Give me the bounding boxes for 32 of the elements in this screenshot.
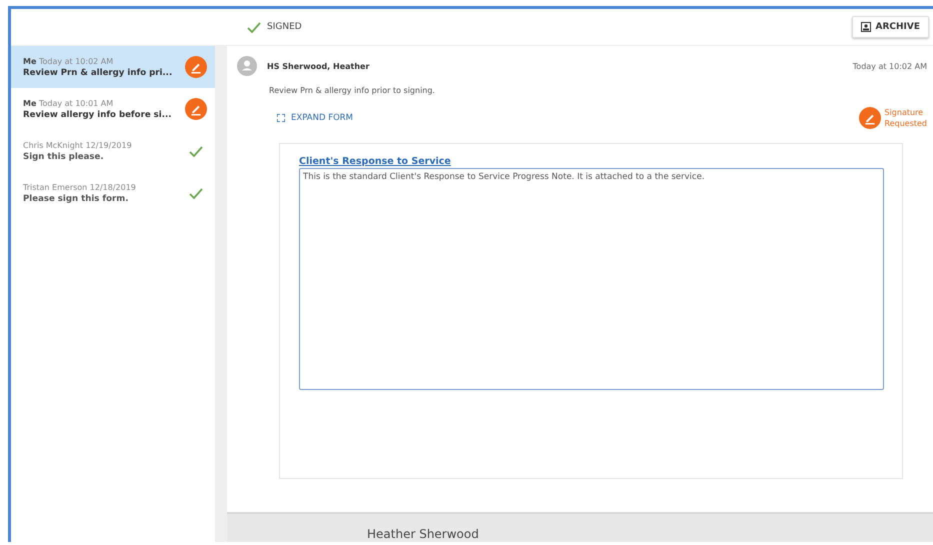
- archive-icon: [860, 22, 870, 32]
- message-meta: Me Today at 10:01 AM: [23, 98, 114, 108]
- message-subject: Review Prn & allergy info pri...: [23, 68, 172, 78]
- archive-button[interactable]: ARCHIVE: [852, 16, 929, 38]
- message-meta: Me Today at 10:02 AM: [23, 56, 114, 66]
- expand-form-link[interactable]: EXPAND FORM: [277, 113, 354, 124]
- check-icon: [247, 22, 261, 32]
- message-item[interactable]: Tristan Emerson 12/18/2019 Please sign this form.: [11, 172, 215, 214]
- signature-icon: [858, 107, 880, 130]
- signature-icon: [185, 98, 207, 120]
- footer-name: Heather Sherwood: [367, 526, 479, 542]
- message-item[interactable]: Chris McKnight 12/19/2019 Sign this please.: [11, 130, 215, 172]
- check-icon: [189, 146, 203, 156]
- form-title: Client's Response to Service: [299, 156, 452, 168]
- message-subject: Review allergy info before si...: [23, 110, 172, 120]
- message-item[interactable]: Me Today at 10:01 AM Review allergy info before si...: [11, 88, 215, 130]
- message-meta: Tristan Emerson 12/18/2019: [23, 182, 137, 192]
- author-name: HS Sherwood, Heather: [267, 62, 370, 70]
- check-icon: [189, 188, 203, 198]
- message-item[interactable]: Me Today at 10:02 AM Review Prn & allergy info pri...: [11, 46, 215, 88]
- expand-icon: [277, 114, 285, 122]
- message-subject: Sign this please.: [23, 152, 104, 162]
- response-field[interactable]: This is the standard Client's Response to Service Progress Note. It is attached to a the service.: [299, 168, 884, 390]
- scrollbar[interactable]: [215, 46, 227, 542]
- signature-status: Signature Requested: [884, 107, 927, 130]
- message-body: Review Prn & allergy info prior to signing.: [269, 86, 436, 95]
- message-subject: Please sign this form.: [23, 194, 129, 204]
- signature-icon: [185, 56, 207, 78]
- message-time: Today at 10:02 AM: [852, 62, 927, 70]
- avatar-icon: [237, 56, 257, 76]
- message-meta: Chris McKnight 12/19/2019: [23, 140, 133, 150]
- signed-status: SIGNED: [247, 22, 302, 32]
